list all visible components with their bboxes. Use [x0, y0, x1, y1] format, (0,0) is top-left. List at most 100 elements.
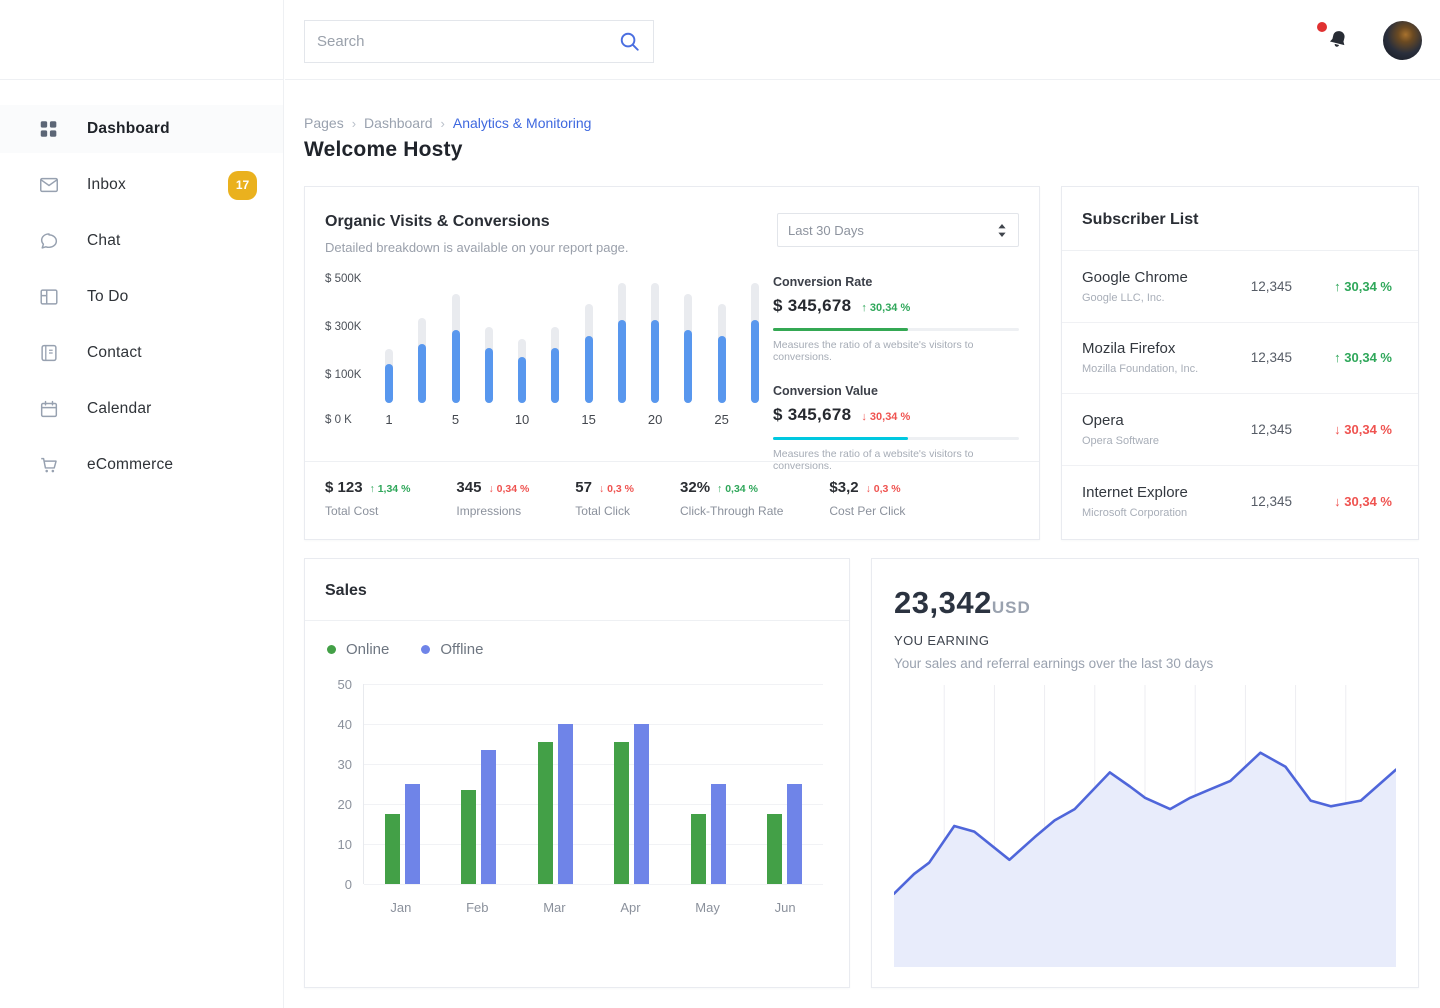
earnings-area-chart [894, 685, 1396, 967]
conversions-bar-fill [385, 364, 393, 403]
bar-group-may [691, 784, 726, 884]
online-bar [461, 790, 476, 884]
cart-icon [38, 454, 60, 476]
subscriber-name: Internet Explore [1082, 484, 1251, 501]
x-axis-tick: 25 [718, 412, 726, 427]
online-bar [691, 814, 706, 884]
bars-area [385, 283, 759, 403]
sidebar-item-calendar[interactable]: Calendar [0, 385, 283, 433]
online-bar [614, 742, 629, 884]
offline-bar [634, 724, 649, 884]
sidebar-item-label: eCommerce [87, 456, 257, 474]
subscriber-list-title: Subscriber List [1082, 211, 1398, 229]
metric-value-row: $ 345,678↑ 30,34 % [773, 296, 1019, 316]
subscriber-name: Opera [1082, 412, 1251, 429]
notifications-bell[interactable] [1326, 28, 1352, 54]
stat-item: 345↓ 0,34 %Impressions [456, 479, 529, 539]
stat-label: Total Cost [325, 504, 410, 518]
conversions-bar-fill [751, 320, 759, 403]
earnings-card: 23,342 USD YOU EARNING Your sales and re… [871, 558, 1419, 988]
grid-icon [38, 118, 60, 140]
subscriber-row[interactable]: OperaOpera Software12,345↓ 30,34 % [1062, 394, 1418, 466]
sales-month-labels: JanFebMarAprMayJun [363, 900, 823, 915]
legend-dot [327, 645, 336, 654]
envelope-icon [38, 174, 60, 196]
stat-value-row: $ 123↑ 1,34 % [325, 479, 410, 496]
sidebar-item-label: Chat [87, 232, 257, 250]
row-bottom: Sales OnlineOffline 50403020100 JanFebMa… [304, 558, 1419, 988]
sidebar-item-label: Inbox [87, 176, 228, 194]
metric-progress-fill [773, 328, 908, 331]
user-avatar[interactable] [1383, 21, 1422, 60]
stat-value: $ 123 [325, 479, 363, 496]
stat-value: 345 [456, 479, 481, 496]
bell-icon [1323, 25, 1352, 54]
month-label: Mar [543, 900, 565, 915]
notification-dot [1317, 22, 1327, 32]
visits-bar [518, 339, 526, 403]
subscriber-row[interactable]: Mozila FirefoxMozilla Foundation, Inc.12… [1062, 323, 1418, 395]
chat-icon [38, 230, 60, 252]
conversions-bar-fill [518, 357, 526, 403]
sidebar-item-dashboard[interactable]: Dashboard [0, 105, 283, 153]
subscriber-row[interactable]: Google ChromeGoogle LLC, Inc.12,345↑ 30,… [1062, 251, 1418, 323]
sidebar-item-inbox[interactable]: Inbox17 [0, 161, 283, 209]
metric-label: Conversion Value [773, 384, 1019, 398]
search-box[interactable] [304, 20, 654, 63]
earnings-chart-svg [894, 685, 1396, 967]
conversion-metrics: Conversion Rate$ 345,678↑ 30,34 %Measure… [773, 271, 1019, 493]
online-bar [538, 742, 553, 884]
earnings-amount: 23,342 [894, 585, 992, 621]
sidebar-item-chat[interactable]: Chat [0, 217, 283, 265]
legend-item-offline: Offline [421, 641, 483, 658]
subscriber-row[interactable]: Internet ExploreMicrosoft Corporation12,… [1062, 466, 1418, 538]
organic-bar-chart: $ 500K$ 300K$ 100K$ 0 K1510152025 [325, 271, 773, 433]
visits-bar [418, 318, 426, 403]
stat-delta: ↓ 0,3 % [599, 483, 634, 495]
app-root: Dashboard Inbox17 Chat To Do Contact Calendar… [0, 0, 1440, 1008]
month-label: Jan [390, 900, 411, 915]
sidebar-item-ecommerce[interactable]: eCommerce [0, 441, 283, 489]
conversions-bar-fill [618, 320, 626, 403]
organic-stats-row: $ 123↑ 1,34 % Total Cost 345↓ 0,34 %Impres… [305, 461, 1039, 539]
todo-icon [38, 286, 60, 308]
subscriber-names: Mozila FirefoxMozilla Foundation, Inc. [1082, 340, 1251, 375]
visits-bar [684, 294, 692, 403]
date-range-select[interactable]: Last 30 Days [777, 213, 1019, 247]
bar-groups [364, 684, 823, 884]
x-axis-tick [418, 412, 426, 427]
search-icon[interactable] [618, 30, 641, 53]
sidebar-nav: Dashboard Inbox17 Chat To Do Contact Calendar… [0, 80, 283, 489]
subscriber-name: Mozila Firefox [1082, 340, 1251, 357]
month-label: Apr [620, 900, 640, 915]
y-axis-label: 20 [318, 797, 352, 812]
main-content: Pages›Dashboard›Analytics & Monitoring W… [285, 81, 1440, 1008]
metric-value: $ 345,678 [773, 405, 851, 425]
offline-bar [405, 784, 420, 884]
subscriber-count: 12,345 [1251, 279, 1292, 294]
stat-value: 57 [575, 479, 592, 496]
breadcrumb-link[interactable]: Dashboard [364, 115, 433, 131]
stat-label: Impressions [456, 504, 529, 518]
breadcrumb-link[interactable]: Analytics & Monitoring [453, 115, 592, 131]
breadcrumb-link[interactable]: Pages [304, 115, 344, 131]
earnings-label: YOU EARNING [894, 633, 1396, 648]
stat-item: 32%↑ 0,34 %Click-Through Rate [680, 479, 783, 539]
sidebar-item-to-do[interactable]: To Do [0, 273, 283, 321]
offline-bar [558, 724, 573, 884]
gridline [364, 884, 823, 885]
online-bar [767, 814, 782, 884]
bar-group-mar [538, 724, 573, 884]
x-axis-tick [618, 412, 626, 427]
sidebar-item-contact[interactable]: Contact [0, 329, 283, 377]
sales-legend: OnlineOffline [327, 641, 849, 658]
stat-value-row: 32%↑ 0,34 % [680, 479, 783, 496]
offline-bar [481, 750, 496, 884]
inbox-badge: 17 [228, 171, 257, 200]
search-input[interactable] [317, 33, 618, 50]
organic-card-header: Organic Visits & Conversions Detailed br… [325, 213, 629, 255]
breadcrumb-separator: › [441, 116, 445, 131]
stat-value-row: $3,2↓ 0,3 % [829, 479, 905, 496]
y-axis-label: $ 100K [325, 369, 361, 381]
stat-delta: ↑ 0,34 % [717, 483, 758, 495]
